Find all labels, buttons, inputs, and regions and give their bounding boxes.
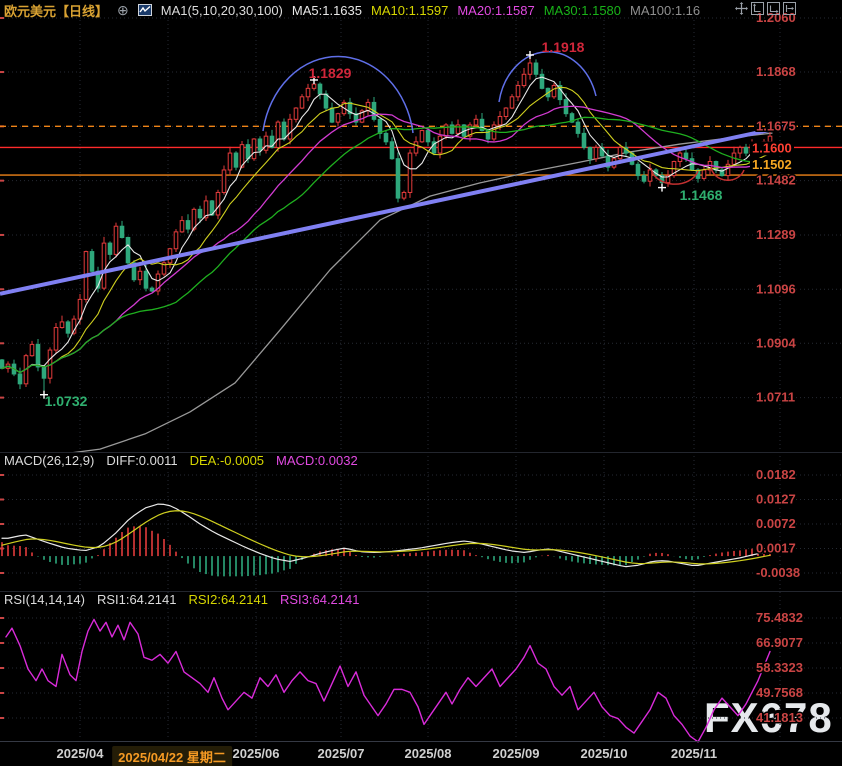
rsi-axis-label: 66.9077 [756,635,803,650]
chart-header: 欧元美元【日线】 ⊕ MA1(5,10,20,30,100) MA5:1.163… [0,0,842,20]
price-axis-label: 1.1675 [756,118,796,133]
rsi-axis-label: 49.7568 [756,685,803,700]
price-axis-label: 1.1096 [756,281,796,296]
svg-text:1.1918: 1.1918 [542,39,585,55]
pan-tool-icon[interactable] [735,2,748,15]
rsi-axis-label: 41.1813 [756,710,803,725]
svg-text:1.1829: 1.1829 [309,65,352,81]
rsi-axis-label: 58.3323 [756,660,803,675]
macd-axis-label: 0.0017 [756,541,796,556]
svg-text:1.1502: 1.1502 [752,157,792,172]
trading-chart-window: FX678 1.18291.19181.14681.07321.16001.15… [0,0,842,766]
ma100-value: MA100:1.16 [630,3,700,18]
macd-axis-label: -0.0038 [756,565,800,580]
macd-axis-label: 0.0182 [756,467,796,482]
svg-text:1.1468: 1.1468 [680,187,723,203]
ma-group-label: MA1(5,10,20,30,100) [161,3,283,18]
symbol-title[interactable]: 欧元美元【日线】 [4,1,108,20]
svg-text:1.1600: 1.1600 [752,140,792,155]
price-axis-label: 1.0904 [756,335,797,350]
ma30-value: MA30:1.1580 [544,3,621,18]
indicator-chart-icon[interactable] [138,3,152,17]
selected-date-label: 2025/04/22 星期二 [112,746,232,766]
annotations-layer: 1.1829 1.1918 1.1468 1.0732 1.1600 1.1502 [40,39,794,409]
ma-lines-layer [2,77,770,372]
rsi-params: RSI(14,14,14) [4,592,85,607]
ma5-value: MA5:1.1635 [292,3,362,18]
axis-labels-layer: 1.20601.18681.16751.14821.12891.10961.09… [756,10,803,725]
date-label: 2025/10 [581,746,628,761]
circle-plus-icon[interactable]: ⊕ [117,4,129,17]
date-label: 2025/09 [493,746,540,761]
ma100-line [55,133,772,455]
rsi3-value: RSI3:64.2141 [280,592,360,607]
date-label: 2025/07 [318,746,365,761]
price-axis-label: 1.1289 [756,227,796,242]
date-label: 2025/08 [405,746,452,761]
y-axis-scale-icon[interactable] [751,2,764,15]
date-label: 2025/11 [671,746,717,761]
price-axis-label: 1.1482 [756,173,796,188]
shift-right-icon[interactable] [783,2,796,15]
macd-params: MACD(26,12,9) [4,453,94,468]
price-axis-label: 1.1868 [756,64,796,79]
rsi-axis-label: 75.4832 [756,610,803,625]
date-label: 2025/04 [57,746,104,761]
macd-value: MACD:0.0032 [276,453,358,468]
chart-toolbar [735,2,796,15]
x-axis-scale-icon[interactable] [767,2,780,15]
ma10-value: MA10:1.1597 [371,3,448,18]
rsi2-value: RSI2:64.2141 [188,592,268,607]
chart-canvas[interactable]: 1.18291.19181.14681.07321.16001.15021.20… [0,0,842,766]
candles-layer [0,58,772,392]
rsi1-value: RSI1:64.2141 [97,592,177,607]
macd-header: MACD(26,12,9) DIFF:0.0011 DEA:-0.0005 MA… [4,453,358,468]
macd-diff: DIFF:0.0011 [106,453,177,468]
price-axis-label: 1.0711 [756,390,795,405]
macd-layer [2,504,770,576]
rsi-header: RSI(14,14,14) RSI1:64.2141 RSI2:64.2141 … [4,592,359,607]
macd-axis-label: 0.0127 [756,492,796,507]
ma20-value: MA20:1.1587 [457,3,534,18]
macd-axis-label: 0.0072 [756,516,796,531]
macd-dea: DEA:-0.0005 [190,453,264,468]
svg-text:1.0732: 1.0732 [45,393,88,409]
time-axis: 2025/04 2025/04/22 星期二2025/06 2025/07 2025/… [0,741,842,766]
rsi-layer [6,619,770,741]
date-label: 2025/06 [233,746,280,761]
